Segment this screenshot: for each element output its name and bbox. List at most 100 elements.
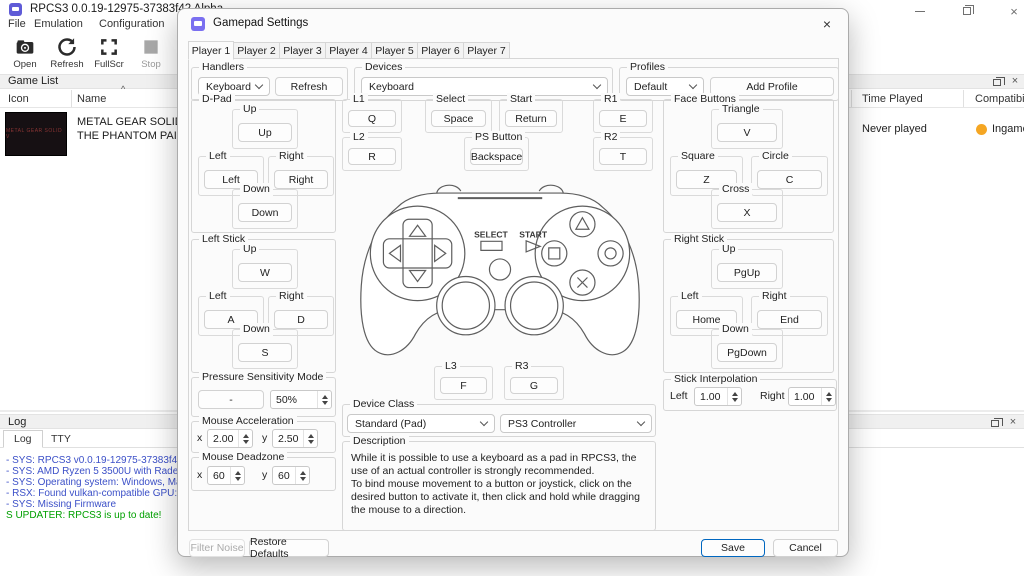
device-class-select[interactable]: Standard (Pad): [347, 414, 495, 433]
spin-arrows[interactable]: [238, 430, 252, 447]
sort-ascending-icon: ^: [121, 84, 126, 94]
controller-type-select[interactable]: PS3 Controller: [500, 414, 652, 433]
r3-button[interactable]: G: [510, 377, 558, 394]
refresh-icon: [58, 38, 76, 56]
r2-button[interactable]: T: [599, 148, 647, 165]
interp-left-spinbox[interactable]: 1.00: [694, 387, 742, 406]
refresh-button[interactable]: Refresh: [46, 35, 88, 73]
spin-arrows[interactable]: [317, 391, 331, 408]
column-separator: [963, 90, 964, 107]
face-buttons-group: Face Buttons Triangle V Square Z Circle …: [663, 93, 834, 233]
tab-player-1[interactable]: Player 1: [188, 41, 234, 60]
r1-button[interactable]: E: [599, 110, 647, 127]
close-icon: ×: [1010, 3, 1018, 19]
description-text: While it is possible to use a keyboard a…: [351, 452, 640, 516]
triangle-button[interactable]: V: [717, 123, 777, 142]
cross-button[interactable]: X: [717, 203, 777, 222]
triangle-group: Triangle V: [711, 103, 783, 149]
stop-button[interactable]: Stop: [130, 35, 172, 73]
mouse-acceleration-group: Mouse Acceleration x 2.00 y 2.50: [191, 415, 336, 453]
ls-down-button[interactable]: S: [238, 343, 292, 362]
rs-right-button[interactable]: End: [757, 310, 822, 329]
pressure-mode-button[interactable]: -: [198, 390, 264, 409]
l3-group: L3 F: [434, 360, 493, 400]
ls-right-button[interactable]: D: [274, 310, 328, 329]
select-label: SELECT: [474, 229, 508, 239]
menu-configuration[interactable]: Configuration: [99, 18, 164, 30]
chevron-down-icon: [254, 80, 264, 90]
interp-right-spinbox[interactable]: 1.00: [788, 387, 836, 406]
game-name-line2[interactable]: THE PHANTOM PAIN: [77, 130, 185, 142]
mouse-accel-x-spinbox[interactable]: 2.00: [207, 429, 253, 448]
menu-emulation[interactable]: Emulation: [34, 18, 83, 30]
restore-defaults-button[interactable]: Restore Defaults: [249, 536, 329, 560]
l2-button[interactable]: R: [348, 148, 396, 165]
mouse-deadzone-y-spinbox[interactable]: 60: [272, 466, 310, 485]
log-float-button[interactable]: [988, 417, 1003, 429]
filter-noise-button[interactable]: Filter Noise: [189, 539, 245, 557]
rs-down-group: Down PgDown: [711, 323, 783, 369]
game-list-float-button[interactable]: [990, 76, 1005, 88]
dpad-up-button[interactable]: Up: [238, 123, 292, 142]
dialog-icon: [191, 17, 205, 31]
dpad-down-button[interactable]: Down: [238, 203, 292, 222]
l3-button[interactable]: F: [440, 377, 487, 394]
column-compatibility[interactable]: Compatibility: [975, 93, 1024, 105]
l1-button[interactable]: Q: [348, 110, 396, 127]
spin-arrows[interactable]: [295, 467, 309, 484]
tab-player-7[interactable]: Player 7: [464, 42, 510, 59]
tab-player-3[interactable]: Player 3: [280, 42, 326, 59]
spin-arrows[interactable]: [727, 388, 741, 405]
tab-log[interactable]: Log: [3, 430, 43, 448]
l2-group: L2 R: [342, 131, 402, 171]
device-select[interactable]: Keyboard: [361, 77, 608, 96]
dialog-close-button[interactable]: ×: [818, 16, 836, 32]
select-button[interactable]: Space: [431, 110, 486, 127]
menu-file[interactable]: File: [8, 18, 26, 30]
column-time-played[interactable]: Time Played: [862, 93, 923, 105]
stick-interpolation-group: Stick Interpolation Left 1.00 Right 1.00: [663, 373, 837, 411]
start-button[interactable]: Return: [505, 110, 557, 127]
spin-down-icon: [242, 439, 249, 444]
spin-arrows[interactable]: [303, 430, 317, 447]
column-icon[interactable]: Icon: [8, 93, 29, 105]
minimize-button[interactable]: [905, 4, 935, 18]
cancel-button[interactable]: Cancel: [773, 539, 838, 557]
tab-player-6[interactable]: Player 6: [418, 42, 464, 59]
game-list-title: Game List: [8, 75, 59, 87]
gamepad-settings-dialog: Gamepad Settings × Player 1 Player 2 Pla…: [177, 8, 849, 560]
save-button[interactable]: Save: [701, 539, 765, 557]
pressure-deadzone-spinbox[interactable]: 50%: [270, 390, 332, 409]
spin-arrows[interactable]: [821, 388, 835, 405]
spin-down-icon: [234, 476, 241, 481]
rs-down-button[interactable]: PgDown: [717, 343, 777, 362]
ps-button[interactable]: Backspace: [470, 148, 523, 165]
spin-arrows[interactable]: [230, 467, 244, 484]
game-thumbnail[interactable]: METAL GEAR SOLID V: [5, 112, 67, 156]
spin-down-icon: [299, 476, 306, 481]
circle-button[interactable]: C: [757, 170, 822, 189]
x-label: x: [197, 469, 203, 481]
rs-up-button[interactable]: PgUp: [717, 263, 777, 282]
open-button[interactable]: Open: [4, 35, 46, 73]
spin-down-icon: [321, 400, 328, 405]
tab-player-4[interactable]: Player 4: [326, 42, 372, 59]
chevron-down-icon: [636, 417, 646, 427]
tab-player-5[interactable]: Player 5: [372, 42, 418, 59]
fullscreen-button[interactable]: FullScr: [88, 35, 130, 73]
ls-up-button[interactable]: W: [238, 263, 292, 282]
mouse-accel-y-spinbox[interactable]: 2.50: [272, 429, 318, 448]
restore-button[interactable]: [952, 4, 982, 18]
chevron-down-icon: [688, 80, 698, 90]
game-list-close-button[interactable]: ×: [1008, 75, 1022, 87]
column-name[interactable]: Name: [77, 93, 106, 105]
mouse-deadzone-x-spinbox[interactable]: 60: [207, 466, 245, 485]
tab-tty[interactable]: TTY: [41, 430, 81, 448]
minimize-icon: [915, 10, 925, 12]
spin-up-icon: [234, 470, 241, 475]
close-window-button[interactable]: ×: [999, 3, 1024, 19]
refresh-handlers-button[interactable]: Refresh: [275, 77, 343, 96]
dpad-right-button[interactable]: Right: [274, 170, 328, 189]
log-close-button[interactable]: ×: [1006, 416, 1020, 428]
tab-player-2[interactable]: Player 2: [234, 42, 280, 59]
